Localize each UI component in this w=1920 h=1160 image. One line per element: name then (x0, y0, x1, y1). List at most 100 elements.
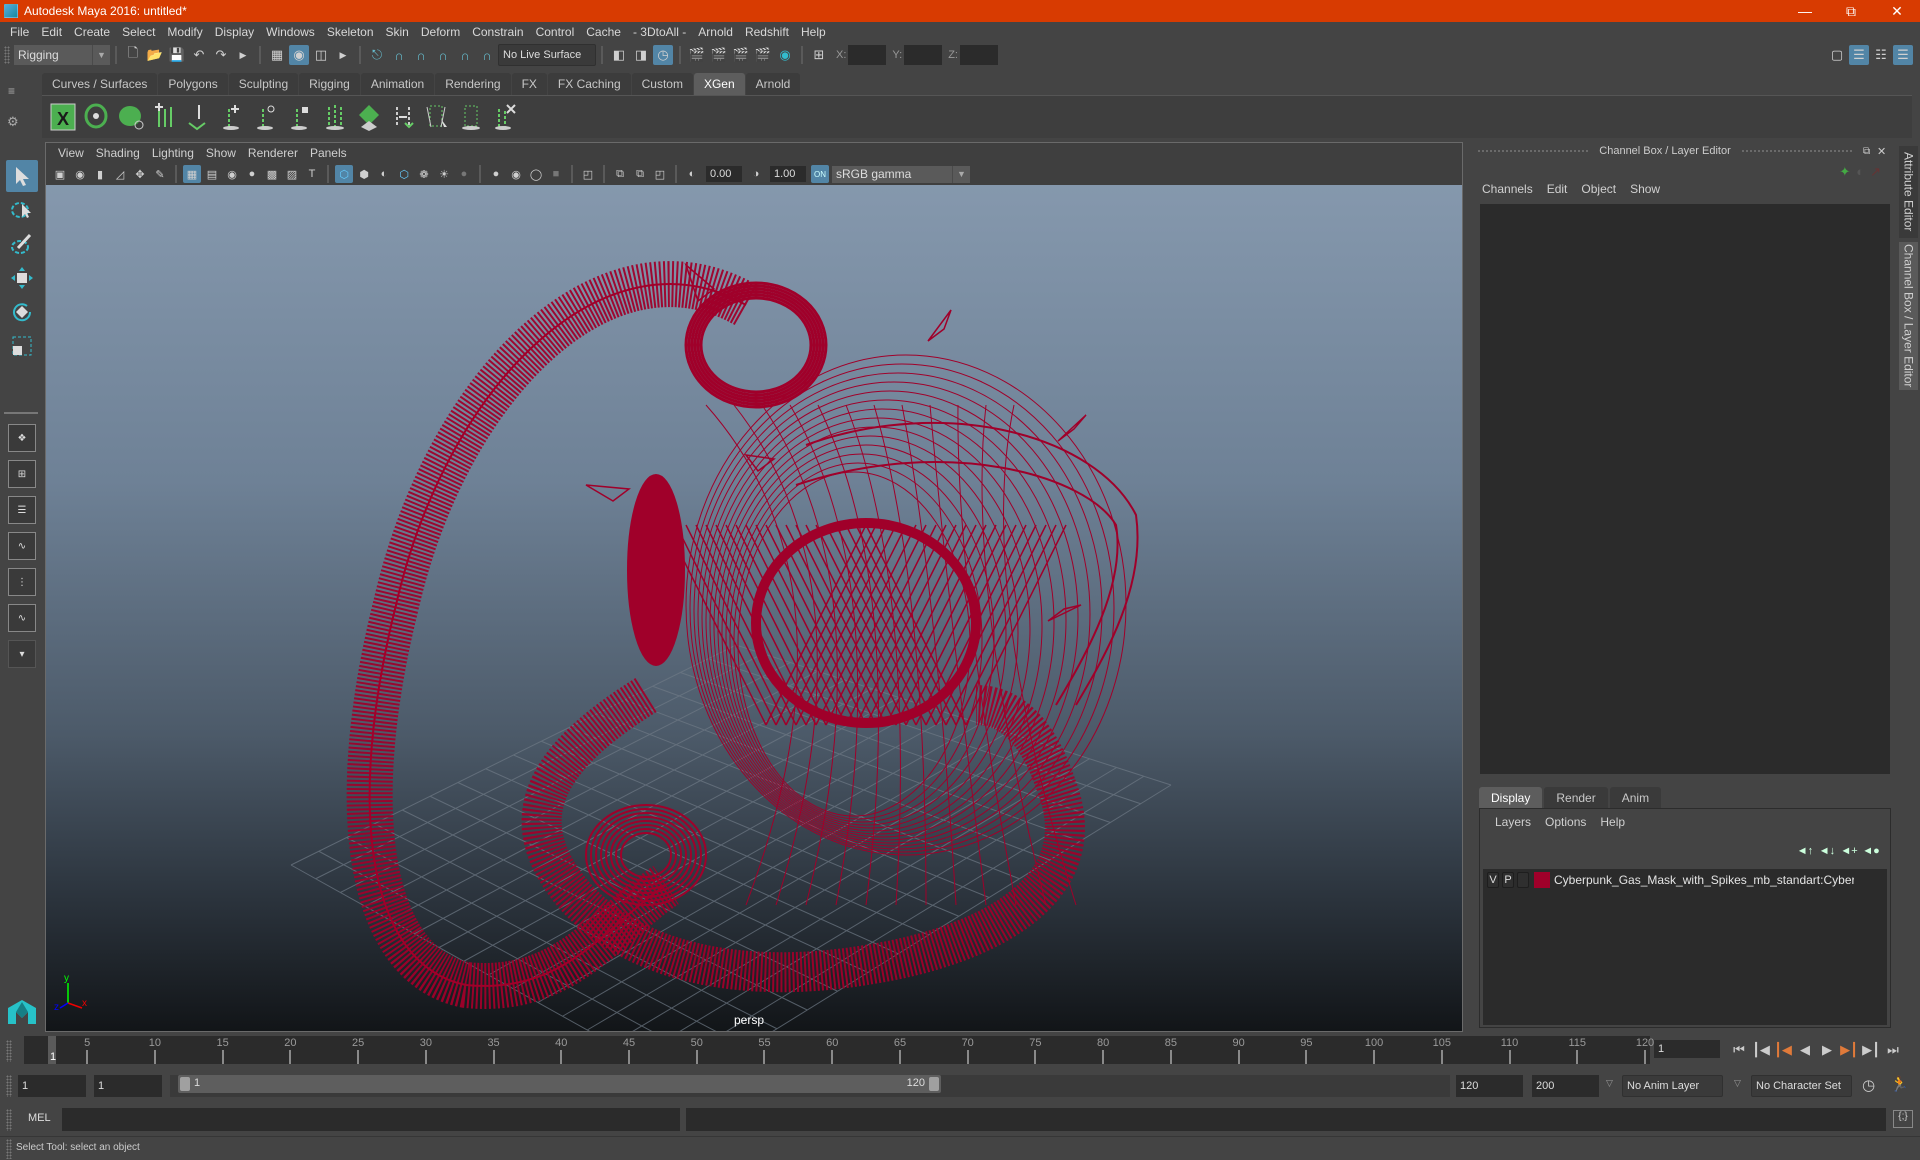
collapse-arrow-icon[interactable]: ▶ (333, 45, 353, 65)
anim-layer-dropdown-arrow-icon[interactable]: ▽ (1606, 1078, 1613, 1089)
image-plane-icon[interactable]: ◿ (111, 165, 129, 183)
layer-row[interactable]: V P Cyberpunk_Gas_Mask_with_Spikes_mb_st… (1483, 869, 1887, 891)
wireframe-on-shaded-icon[interactable]: ⬡ (395, 165, 413, 183)
gamma-field[interactable]: 1.00 (770, 166, 806, 182)
layer-tab-display[interactable]: Display (1479, 787, 1543, 808)
channel-list[interactable] (1480, 204, 1890, 774)
attribute-editor-toggle-icon[interactable]: ☰ (1849, 45, 1869, 65)
channel-box-menu-channels[interactable]: Channels (1475, 182, 1540, 196)
gate-mask-icon[interactable]: ● (243, 165, 261, 183)
character-set-dropdown-arrow-icon[interactable]: ▽ (1734, 1078, 1741, 1089)
snap-to-grid-icon[interactable]: ⎋ (367, 45, 387, 65)
layer-display-type-toggle[interactable] (1517, 872, 1529, 888)
delete-guide-icon[interactable] (490, 101, 520, 133)
step-forward-key-icon[interactable]: ▶┃ (1860, 1042, 1882, 1058)
side-tab-channel-box[interactable]: Channel Box / Layer Editor (1899, 242, 1918, 390)
safe-action-icon[interactable]: ▨ (283, 165, 301, 183)
grease-pencil-icon[interactable]: ✎ (151, 165, 169, 183)
drag-handle[interactable] (1740, 149, 1853, 153)
default-material-icon[interactable]: ◐ (375, 165, 393, 183)
command-input[interactable] (62, 1108, 680, 1131)
snap-live-icon[interactable]: ∩ (477, 45, 497, 65)
playback-end-field[interactable]: 120 (1456, 1075, 1523, 1097)
step-back-key-icon[interactable]: ┃◀ (1750, 1042, 1772, 1058)
channel-box-menu-object[interactable]: Object (1574, 182, 1623, 196)
menu-edit[interactable]: Edit (35, 25, 68, 39)
step-forward-frame-icon[interactable]: ▶┃ (1838, 1042, 1860, 1058)
range-start-handle[interactable] (180, 1077, 190, 1091)
motion-blur-icon[interactable]: ◉ (507, 165, 525, 183)
menu-redshift[interactable]: Redshift (739, 25, 795, 39)
color-management-toggle-icon[interactable]: ON (811, 165, 829, 183)
exposure-field[interactable]: 0.00 (706, 166, 742, 182)
drag-handle[interactable] (1477, 149, 1590, 153)
transform-mode-icon[interactable]: ⊞ (809, 45, 829, 65)
time-slider-track[interactable]: 1 5 10 15 20 25 30 35 40 45 50 55 60 65 70 75 80 85 90 95 1… (24, 1036, 1654, 1064)
select-guide-tips-icon[interactable] (456, 101, 486, 133)
select-by-hierarchy-icon[interactable]: ▦ (267, 45, 287, 65)
open-scene-icon[interactable]: 📂 (145, 45, 165, 65)
anim-layer-dropdown[interactable]: No Anim Layer (1622, 1075, 1723, 1097)
redo-icon[interactable]: ↷ (211, 45, 231, 65)
resolution-gate-icon[interactable]: ◉ (223, 165, 241, 183)
exposure-icon[interactable]: ◐ (683, 165, 701, 183)
color-space-dropdown[interactable]: sRGB gamma ▼ (832, 165, 970, 183)
menu-file[interactable]: File (4, 25, 35, 39)
help-line-grip[interactable] (6, 1139, 12, 1159)
construction-history-icon[interactable]: ◷ (653, 45, 673, 65)
select-guide-icon[interactable] (422, 101, 452, 133)
render-current-frame-icon[interactable]: 🎬 (709, 45, 729, 65)
lock-guide-icon[interactable] (286, 101, 316, 133)
shelf-menu-icon[interactable]: ≡ (8, 84, 15, 98)
menu-skin[interactable]: Skin (380, 25, 415, 39)
layer-tab-anim[interactable]: Anim (1609, 787, 1662, 808)
menu-display[interactable]: Display (209, 25, 260, 39)
menu-modify[interactable]: Modify (161, 25, 208, 39)
channel-box-toggle-icon[interactable]: ☰ (1893, 45, 1913, 65)
menu-select[interactable]: Select (116, 25, 161, 39)
new-layer-from-selected-icon[interactable]: ◄● (1860, 845, 1882, 857)
output-ops-icon[interactable]: ◨ (631, 45, 651, 65)
go-to-end-icon[interactable]: ⏭ (1882, 1042, 1904, 1058)
xray-icon[interactable]: ⧉ (611, 165, 629, 183)
single-perspective-layout-icon[interactable]: ❖ (8, 424, 36, 452)
layer-color-swatch[interactable] (1534, 872, 1550, 888)
layer-visibility-toggle[interactable]: V (1487, 872, 1499, 888)
step-back-frame-icon[interactable]: ┃◀ (1772, 1042, 1794, 1058)
viewport-menu-show[interactable]: Show (200, 146, 242, 160)
xray-active-components-icon[interactable]: ⧉ (631, 165, 649, 183)
character-set-dropdown[interactable]: No Character Set (1751, 1075, 1852, 1097)
menu-windows[interactable]: Windows (260, 25, 321, 39)
new-scene-icon[interactable]: 🗋 (123, 45, 143, 65)
live-surface-field[interactable]: No Live Surface (498, 44, 596, 66)
field-chart-icon[interactable]: ▩ (263, 165, 281, 183)
viewport-menu-renderer[interactable]: Renderer (242, 146, 304, 160)
range-end-handle[interactable] (929, 1077, 939, 1091)
layer-menu-layers[interactable]: Layers (1488, 815, 1538, 829)
close-button[interactable]: ✕ (1874, 0, 1920, 22)
hypershade-icon[interactable]: ◉ (775, 45, 795, 65)
smooth-shade-icon[interactable]: ⬢ (355, 165, 373, 183)
play-forwards-icon[interactable]: ▶ (1816, 1042, 1838, 1058)
x-field[interactable] (848, 45, 887, 65)
shelf-tab-xgen[interactable]: XGen (693, 73, 745, 95)
manipulator-axis-icon[interactable]: ✦ (1839, 164, 1850, 180)
shelf-tab-fx-caching[interactable]: FX Caching (547, 73, 631, 95)
script-editor-icon[interactable]: {;} (1893, 1110, 1913, 1128)
viewport-menu-shading[interactable]: Shading (90, 146, 146, 160)
new-layer-icon[interactable]: ◄+ (1838, 845, 1860, 857)
hypershade-persp-layout-icon[interactable]: ⋮ (8, 568, 36, 596)
shelf-tab-animation[interactable]: Animation (360, 73, 435, 95)
four-view-layout-icon[interactable]: ⊞ (8, 460, 36, 488)
menu-deform[interactable]: Deform (415, 25, 466, 39)
scale-tool-icon[interactable] (6, 330, 38, 362)
persp-outliner-graph-layout-icon[interactable]: ∿ (8, 604, 36, 632)
add-guide-icon[interactable] (218, 101, 248, 133)
depth-of-field-icon[interactable]: ■ (547, 165, 565, 183)
layer-tab-render[interactable]: Render (1544, 787, 1608, 808)
snap-to-point-icon[interactable]: ∩ (411, 45, 431, 65)
menu-cache[interactable]: Cache (580, 25, 627, 39)
collapse-arrow-icon[interactable]: ▶ (233, 45, 253, 65)
shadows-icon[interactable]: ● (455, 165, 473, 183)
shelf-tab-rendering[interactable]: Rendering (435, 73, 511, 95)
